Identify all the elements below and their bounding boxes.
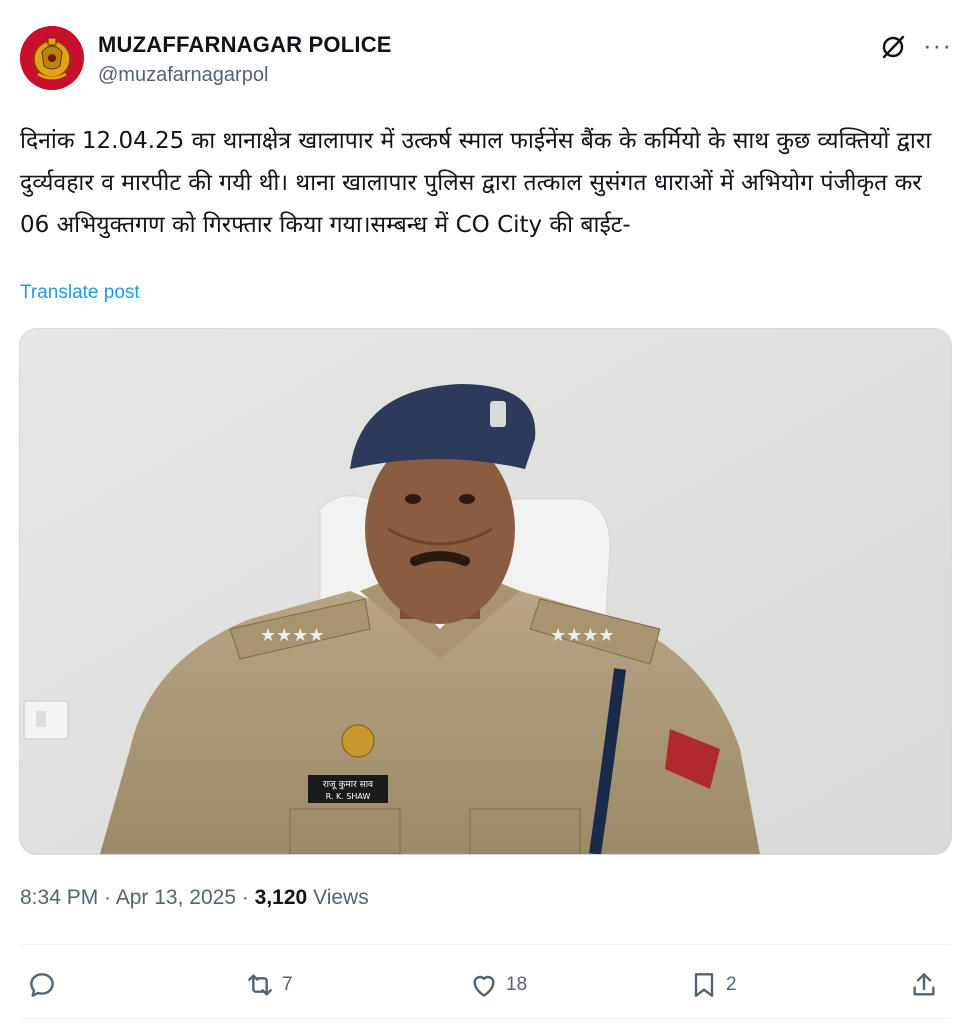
police-emblem-icon: [20, 26, 84, 90]
post-text: दिनांक 12.04.25 का थानाक्षेत्र खालापार म…: [20, 128, 932, 238]
share-button[interactable]: [908, 962, 940, 1008]
post-media-video[interactable]: ★★★★ ★★★★ राजू कुमार साव R. K. SHAW: [19, 328, 952, 855]
reply-icon: [30, 973, 54, 997]
divider: [20, 944, 950, 945]
divider: [20, 1018, 950, 1019]
svg-text:★★★★: ★★★★: [260, 625, 325, 646]
like-count: 18: [506, 974, 528, 995]
bookmark-count: 2: [726, 974, 737, 995]
share-icon: [913, 973, 935, 996]
account-name[interactable]: MUZAFFARNAGAR POLICE: [98, 32, 392, 58]
bookmark-button[interactable]: 2: [688, 962, 737, 1008]
video-frame-image: ★★★★ ★★★★ राजू कुमार साव R. K. SHAW: [20, 329, 951, 854]
svg-text:★★★★: ★★★★: [550, 625, 615, 646]
post-header: MUZAFFARNAGAR POLICE @muzafarnagarpol ··…: [20, 26, 958, 96]
nameplate-english: R. K. SHAW: [326, 792, 371, 801]
repost-icon: [248, 974, 272, 996]
heart-icon: [473, 975, 495, 997]
post-date[interactable]: Apr 13, 2025: [116, 886, 236, 909]
post-time[interactable]: 8:34 PM: [20, 886, 98, 909]
action-bar: 7 18 2: [0, 962, 978, 1008]
account-handle[interactable]: @muzafarnagarpol: [98, 64, 268, 87]
repost-button[interactable]: 7: [244, 962, 293, 1008]
nameplate-hindi: राजू कुमार साव: [323, 780, 374, 790]
meta-separator: ·: [98, 886, 116, 909]
repost-count: 7: [282, 974, 293, 995]
post-meta: 8:34 PM · Apr 13, 2025 · 3,120 Views: [20, 886, 369, 910]
more-options-icon[interactable]: ···: [923, 30, 952, 60]
grok-icon[interactable]: [878, 32, 908, 62]
views-label: Views: [313, 886, 369, 909]
views-count: 3,120: [254, 886, 308, 909]
like-button[interactable]: 18: [468, 962, 527, 1008]
translate-post-link[interactable]: Translate post: [20, 282, 140, 304]
account-avatar[interactable]: [20, 26, 84, 90]
meta-separator: ·: [236, 886, 255, 909]
bookmark-icon: [694, 973, 714, 997]
reply-button[interactable]: [26, 962, 64, 1008]
